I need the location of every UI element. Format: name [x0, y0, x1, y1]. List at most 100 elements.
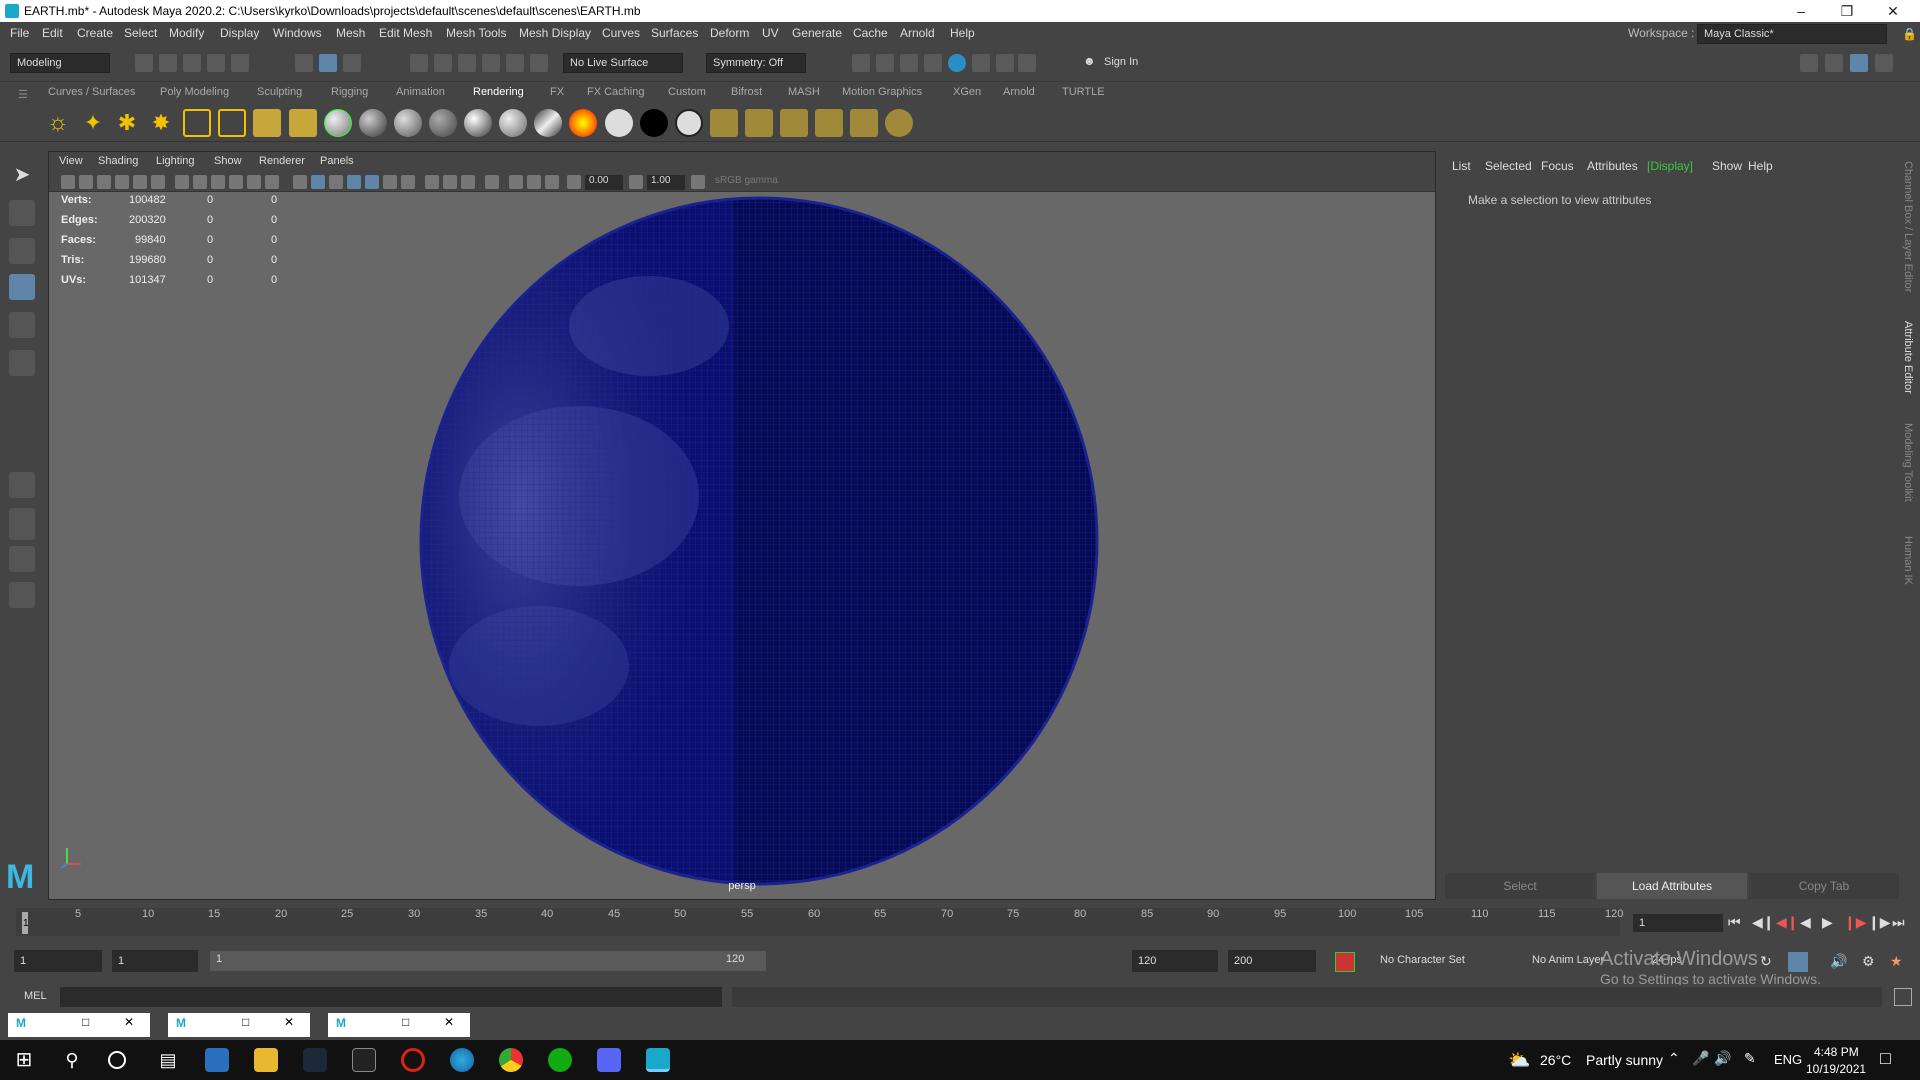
step-back-key-icon[interactable]: ◀❙ [1776, 914, 1799, 931]
menu-uv[interactable]: UV [762, 26, 779, 40]
select-by-hierarchy-icon[interactable] [295, 54, 313, 72]
sign-in-button[interactable]: Sign In [1098, 53, 1198, 71]
render-frame-icon[interactable] [876, 54, 894, 72]
ipr-render-icon[interactable] [900, 54, 918, 72]
workspace-select[interactable]: Maya Classic* [1697, 24, 1887, 44]
exposure-field[interactable]: 0.00 [585, 175, 623, 190]
camera-icon[interactable] [289, 109, 317, 137]
play-backwards-icon[interactable]: ◀ [1800, 914, 1811, 931]
windows-start-icon[interactable]: ⊞ [12, 1048, 36, 1072]
time-slider[interactable]: 1 5 10 15 20 25 30 35 40 45 50 55 60 65 … [0, 902, 1920, 942]
outliner-layout-icon[interactable] [9, 582, 35, 608]
menu-modify[interactable]: Modify [169, 26, 204, 40]
ae-menu-focus[interactable]: Focus [1541, 159, 1574, 173]
close-icon[interactable]: ✕ [444, 1015, 454, 1029]
toggle-attribute-editor-icon[interactable] [1825, 54, 1843, 72]
surface-shader-icon[interactable] [605, 109, 633, 137]
snap-to-curve-icon[interactable] [434, 54, 452, 72]
restore-icon[interactable]: □ [402, 1015, 409, 1029]
scale-tool-icon[interactable] [9, 350, 35, 376]
shelf-tab-mash[interactable]: MASH [788, 86, 820, 98]
volume-icon[interactable]: 🔊 [1714, 1050, 1731, 1067]
safe-action-icon[interactable] [265, 175, 279, 189]
menu-set-select[interactable]: Modeling [10, 53, 110, 73]
save-scene-icon[interactable] [183, 54, 201, 72]
shelf-tab-poly-modeling[interactable]: Poly Modeling [160, 86, 229, 98]
character-set-select[interactable]: No Character Set [1380, 954, 1465, 966]
menu-select[interactable]: Select [124, 26, 157, 40]
chrome-icon[interactable] [499, 1048, 523, 1072]
auto-key-icon[interactable] [1335, 952, 1355, 972]
menu-generate[interactable]: Generate [792, 26, 842, 40]
menu-cache[interactable]: Cache [853, 26, 888, 40]
live-surface-field[interactable]: No Live Surface [563, 53, 683, 73]
mel-label[interactable]: MEL [24, 990, 47, 1002]
use-all-lights-icon[interactable] [383, 175, 397, 189]
viewport-menu-shading[interactable]: Shading [98, 155, 138, 167]
animation-end-field[interactable]: 200 [1228, 950, 1316, 972]
bookmark-icon[interactable] [97, 175, 111, 189]
viewport-menu-panels[interactable]: Panels [320, 155, 354, 167]
toggle-modeling-toolkit-icon[interactable] [1800, 54, 1818, 72]
toon-shader-icon[interactable] [675, 109, 703, 137]
arnold-ipr-icon[interactable] [996, 54, 1014, 72]
snap-to-view-plane-icon[interactable] [482, 54, 500, 72]
menu-display[interactable]: Display [220, 26, 259, 40]
shadows-icon[interactable] [401, 175, 415, 189]
script-editor-icon[interactable] [1894, 988, 1912, 1006]
ae-menu-attributes[interactable]: Attributes [1587, 159, 1638, 173]
render-view-icon[interactable] [852, 54, 870, 72]
clock-date[interactable]: 10/19/2021 [1806, 1062, 1866, 1076]
phong-icon[interactable] [429, 109, 457, 137]
ae-menu-list[interactable]: List [1452, 159, 1471, 173]
temperature[interactable]: 26°C [1540, 1052, 1571, 1068]
load-attributes-button[interactable]: Load Attributes [1597, 873, 1747, 899]
minimize-button[interactable]: – [1778, 0, 1824, 22]
menu-deform[interactable]: Deform [710, 26, 749, 40]
opera-icon[interactable] [401, 1048, 425, 1072]
xray-joints-icon[interactable] [527, 175, 541, 189]
menu-mesh-tools[interactable]: Mesh Tools [446, 26, 506, 40]
menu-help[interactable]: Help [950, 26, 975, 40]
go-to-start-icon[interactable]: ⏮ [1728, 914, 1741, 931]
redo-icon[interactable] [231, 54, 249, 72]
ae-menu-display[interactable]: [Display] [1647, 159, 1693, 173]
menu-arnold[interactable]: Arnold [900, 26, 935, 40]
maximize-button[interactable]: ❐ [1824, 0, 1870, 22]
shelf-tab-fx-caching[interactable]: FX Caching [587, 86, 644, 98]
shelf-tab-custom[interactable]: Custom [668, 86, 706, 98]
pause-render-icon[interactable] [1018, 54, 1036, 72]
shelf-tab-bifrost[interactable]: Bifrost [731, 86, 762, 98]
search-icon[interactable]: ⚲ [60, 1048, 84, 1072]
step-back-frame-icon[interactable]: ◀❙ [1752, 914, 1775, 931]
menu-mesh[interactable]: Mesh [336, 26, 365, 40]
ae-menu-help[interactable]: Help [1748, 159, 1773, 173]
grid-toggle-icon[interactable] [175, 175, 189, 189]
ae-menu-show[interactable]: Show [1712, 159, 1742, 173]
edge-icon[interactable] [450, 1048, 474, 1072]
layered-shader-icon[interactable] [534, 109, 562, 137]
paint-select-tool-icon[interactable] [9, 238, 35, 264]
ambient-light-icon[interactable]: ☼ [44, 109, 72, 137]
anti-aliasing-icon[interactable] [461, 175, 475, 189]
motion-blur-icon[interactable] [443, 175, 457, 189]
isolate-select-icon[interactable] [485, 175, 499, 189]
animation-prefs-icon[interactable]: ⚙ [1862, 953, 1875, 970]
menu-edit-mesh[interactable]: Edit Mesh [379, 26, 432, 40]
volume-light-icon[interactable] [218, 109, 246, 137]
weather-icon[interactable]: ⛅ [1508, 1050, 1530, 1071]
minimized-window-2[interactable]: M □ ✕ [168, 1013, 310, 1037]
viewport-menu-show[interactable]: Show [214, 155, 242, 167]
menu-surfaces[interactable]: Surfaces [651, 26, 698, 40]
ae-menu-selected[interactable]: Selected [1485, 159, 1532, 173]
shelf-tab-arnold[interactable]: Arnold [1003, 86, 1035, 98]
select-by-component-icon[interactable] [343, 54, 361, 72]
razer-icon[interactable] [548, 1048, 572, 1072]
cortana-icon[interactable] [108, 1051, 126, 1069]
shelf-tab-turtle[interactable]: TURTLE [1062, 86, 1105, 98]
undo-icon[interactable] [207, 54, 225, 72]
area-light-icon[interactable] [183, 109, 211, 137]
character-control-icon[interactable]: ★ [1890, 953, 1903, 970]
ae-select-button[interactable]: Select [1445, 873, 1595, 899]
close-icon[interactable]: ✕ [284, 1015, 294, 1029]
